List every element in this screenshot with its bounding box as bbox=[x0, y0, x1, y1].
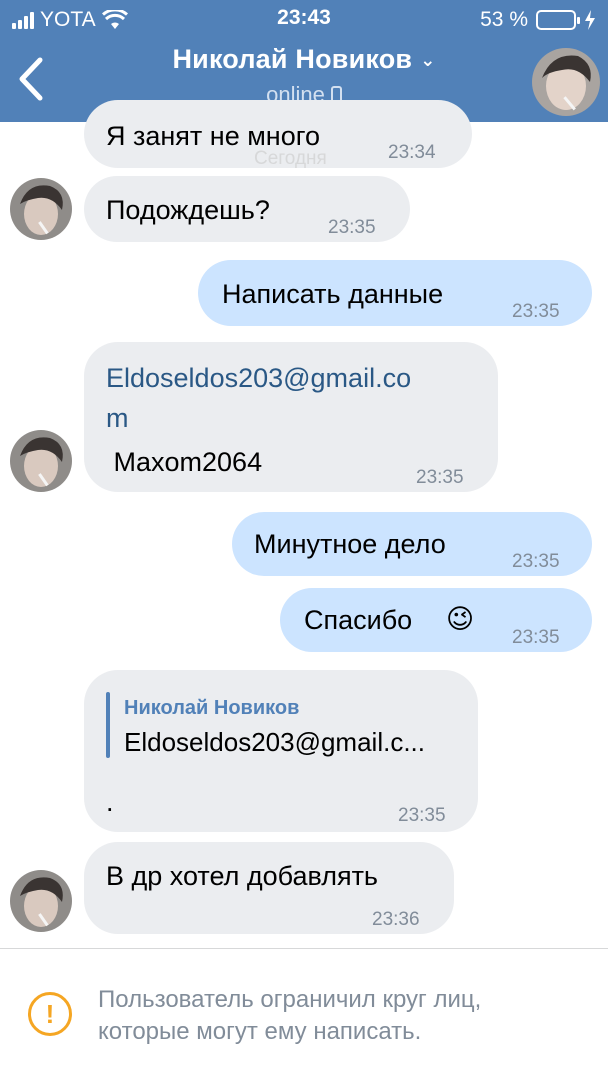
restriction-notice: Пользователь ограничил круг лиц, которые… bbox=[98, 986, 482, 1045]
message-outgoing[interactable]: Спасибо 😉 23:35 bbox=[280, 588, 592, 652]
chat-title[interactable]: Николай Новиков ⌄ bbox=[100, 44, 508, 75]
avatar[interactable] bbox=[10, 870, 72, 932]
message-time: 23:35 bbox=[328, 217, 376, 238]
reply-quote-bar bbox=[106, 692, 110, 758]
message-text: Написать данные bbox=[222, 279, 444, 309]
wink-emoji-icon: 😉 bbox=[446, 604, 475, 635]
avatar[interactable] bbox=[10, 430, 72, 492]
message-outgoing[interactable]: Написать данные 23:35 bbox=[198, 260, 592, 326]
chevron-down-icon: ⌄ bbox=[420, 50, 436, 71]
reply-text[interactable]: Eldoseldos203@gmail.c... bbox=[124, 722, 425, 762]
warning-icon: ! bbox=[28, 992, 72, 1036]
message-text: Maxom2064 bbox=[106, 447, 263, 477]
date-separator: Сегодня bbox=[254, 148, 327, 169]
battery-icon bbox=[536, 10, 580, 30]
message-text: Минутное дело bbox=[254, 529, 446, 559]
avatar[interactable] bbox=[10, 178, 72, 240]
message-incoming-reply[interactable]: Николай Новиков Eldoseldos203@gmail.c...… bbox=[84, 670, 478, 832]
contact-avatar[interactable] bbox=[532, 48, 600, 116]
message-time: 23:35 bbox=[512, 301, 560, 322]
contact-name: Николай Новиков bbox=[172, 44, 413, 74]
message-time: 23:34 bbox=[388, 142, 436, 163]
battery-percent: 53 % bbox=[480, 8, 528, 31]
message-incoming[interactable]: Eldoseldos203@gmail.co m Maxom2064 23:35 bbox=[84, 342, 498, 492]
message-text: Спасибо bbox=[304, 605, 413, 635]
message-time: 23:35 bbox=[398, 805, 446, 826]
message-time: 23:35 bbox=[416, 467, 464, 488]
message-time: 23:36 bbox=[372, 909, 420, 930]
message-text: . bbox=[106, 787, 114, 817]
message-incoming[interactable]: Подождешь? 23:35 bbox=[84, 176, 410, 242]
message-text: В др хотел добавлять bbox=[106, 861, 379, 891]
email-link-wrap[interactable]: m bbox=[106, 398, 129, 438]
back-arrow-icon[interactable] bbox=[14, 54, 50, 104]
message-time: 23:35 bbox=[512, 551, 560, 572]
status-right: 53 % bbox=[480, 6, 596, 34]
charging-icon bbox=[585, 10, 595, 30]
divider bbox=[0, 948, 608, 949]
message-text: Подождешь? bbox=[106, 195, 270, 225]
message-outgoing[interactable]: Минутное дело 23:35 bbox=[232, 512, 592, 576]
message-time: 23:35 bbox=[512, 627, 560, 648]
message-incoming[interactable]: В др хотел добавлять 23:36 bbox=[84, 842, 454, 934]
email-link[interactable]: Eldoseldos203@gmail.co bbox=[106, 358, 411, 398]
